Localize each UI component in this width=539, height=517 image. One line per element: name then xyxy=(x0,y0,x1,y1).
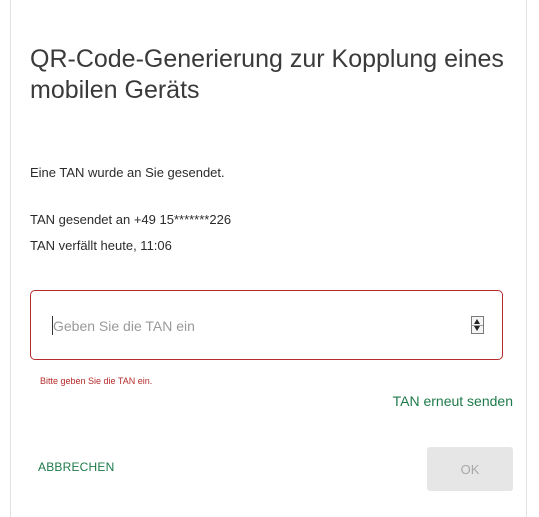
tan-spinner-control[interactable] xyxy=(471,316,484,334)
tan-dialog: QR-Code-Generierung zur Kopplung eines m… xyxy=(10,0,527,517)
tan-recipient-text: TAN gesendet an +49 15*******226 xyxy=(30,212,232,227)
ok-button[interactable]: OK xyxy=(427,447,513,491)
resend-tan-link[interactable]: TAN erneut senden xyxy=(393,393,513,409)
spinner-up-icon[interactable] xyxy=(474,319,480,324)
dialog-title: QR-Code-Generierung zur Kopplung eines m… xyxy=(30,45,504,104)
spinner-down-icon[interactable] xyxy=(474,326,480,331)
cancel-button[interactable]: ABBRECHEN xyxy=(38,460,114,474)
tan-sent-text: Eine TAN wurde an Sie gesendet. xyxy=(30,165,225,180)
tan-field xyxy=(30,290,503,360)
tan-expiry-text: TAN verfällt heute, 11:06 xyxy=(30,238,172,253)
text-caret xyxy=(52,316,53,335)
tan-error-message: Bitte geben Sie die TAN ein. xyxy=(40,376,153,386)
tan-input[interactable] xyxy=(53,315,433,337)
